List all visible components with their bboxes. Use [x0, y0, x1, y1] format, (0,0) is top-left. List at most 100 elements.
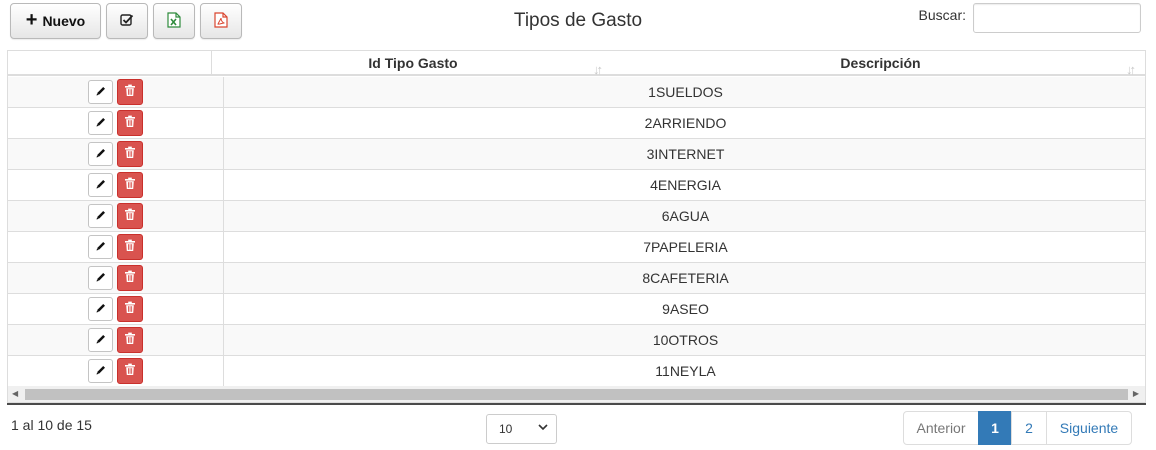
search-box: Buscar:	[919, 3, 1141, 33]
new-button-label: Nuevo	[42, 13, 86, 29]
edit-button[interactable]	[88, 80, 113, 104]
table-row: 3INTERNET	[8, 139, 1145, 170]
export-excel-button[interactable]	[153, 3, 195, 39]
row-actions-cell	[8, 139, 224, 169]
trash-icon	[124, 177, 136, 193]
edit-button[interactable]	[88, 111, 113, 135]
delete-button[interactable]	[117, 172, 143, 198]
table-row: 1SUELDOS	[8, 77, 1145, 108]
next-page-button[interactable]: Siguiente	[1046, 411, 1132, 445]
pencil-icon	[95, 270, 107, 286]
row-actions-cell	[8, 263, 224, 293]
row-text-cell: 2ARRIENDO	[224, 108, 1145, 138]
trash-icon	[124, 301, 136, 317]
trash-icon	[124, 146, 136, 162]
table-row: 4ENERGIA	[8, 170, 1145, 201]
row-text-cell: 11NEYLA	[224, 356, 1145, 386]
scroll-right-icon[interactable]: ▶	[1133, 389, 1139, 398]
cell-description: SUELDOS	[655, 84, 723, 100]
toolbar: + Nuevo	[10, 3, 242, 39]
row-text-cell: 7PAPELERIA	[224, 232, 1145, 262]
cell-description: INTERNET	[654, 146, 725, 162]
table-info: 1 al 10 de 15	[11, 417, 92, 433]
scroll-left-icon[interactable]: ◀	[12, 389, 18, 398]
row-text-cell: 9ASEO	[224, 294, 1145, 324]
new-button[interactable]: + Nuevo	[10, 3, 101, 39]
delete-button[interactable]	[117, 203, 143, 229]
header-description[interactable]: Descripción ↓↑	[614, 51, 1145, 77]
delete-button[interactable]	[117, 79, 143, 105]
edit-button[interactable]	[88, 297, 113, 321]
pencil-icon	[95, 146, 107, 162]
plus-icon: +	[25, 9, 38, 31]
row-text-cell: 6AGUA	[224, 201, 1145, 231]
pencil-icon	[95, 332, 107, 348]
edit-button[interactable]	[88, 328, 113, 352]
data-table: Id Tipo Gasto ↓↑ Descripción ↓↑ 1SUELDOS…	[7, 50, 1146, 403]
cell-description: PAPELERIA	[651, 239, 728, 255]
cell-id: 11	[655, 363, 670, 379]
cell-id: 9	[662, 301, 670, 317]
cell-description: ARRIENDO	[652, 115, 727, 131]
pencil-icon	[95, 363, 107, 379]
prev-page-button[interactable]: Anterior	[903, 411, 979, 445]
edit-button[interactable]	[88, 359, 113, 383]
pdf-icon	[214, 11, 228, 31]
delete-button[interactable]	[117, 234, 143, 260]
header-id-label: Id Tipo Gasto	[368, 55, 458, 71]
pencil-icon	[95, 239, 107, 255]
cell-description: CAFETERIA	[650, 270, 729, 286]
row-actions-cell	[8, 232, 224, 262]
row-text-cell: 10OTROS	[224, 325, 1145, 355]
edit-button[interactable]	[88, 204, 113, 228]
edit-button[interactable]	[88, 266, 113, 290]
cell-id: 1	[648, 84, 656, 100]
trash-icon	[124, 270, 136, 286]
pencil-icon	[95, 177, 107, 193]
table-row: 9ASEO	[8, 294, 1145, 325]
row-actions-cell	[8, 325, 224, 355]
trash-icon	[124, 208, 136, 224]
edit-button[interactable]	[88, 235, 113, 259]
page-button-1[interactable]: 1	[978, 411, 1012, 445]
row-actions-cell	[8, 77, 224, 107]
cell-description: AGUA	[669, 208, 710, 224]
horizontal-scrollbar[interactable]: ◀ ▶	[8, 386, 1145, 402]
page-size-select[interactable]: 10	[486, 414, 557, 444]
delete-button[interactable]	[117, 110, 143, 136]
page-button-2[interactable]: 2	[1011, 411, 1047, 445]
table-row: 11NEYLA	[8, 356, 1145, 387]
row-text-cell: 8CAFETERIA	[224, 263, 1145, 293]
delete-button[interactable]	[117, 296, 143, 322]
page-size-value: 10	[499, 422, 513, 436]
row-text-cell: 4ENERGIA	[224, 170, 1145, 200]
search-input[interactable]	[973, 3, 1141, 33]
header-description-label: Descripción	[840, 55, 921, 71]
cell-id: 8	[642, 270, 651, 286]
trash-icon	[124, 363, 136, 379]
select-all-button[interactable]	[106, 3, 148, 39]
edit-button[interactable]	[88, 142, 113, 166]
table-row: 7PAPELERIA	[8, 232, 1145, 263]
pagination: Anterior 1 2 Siguiente	[903, 411, 1132, 445]
cell-description: NEYLA	[669, 363, 716, 379]
row-actions-cell	[8, 201, 224, 231]
table-row: 8CAFETERIA	[8, 263, 1145, 294]
scrollbar-thumb[interactable]	[25, 389, 1128, 400]
table-bottom-border	[7, 403, 1146, 405]
delete-button[interactable]	[117, 358, 143, 384]
table-header: Id Tipo Gasto ↓↑ Descripción ↓↑	[8, 51, 1145, 77]
delete-button[interactable]	[117, 141, 143, 167]
table-row: 2ARRIENDO	[8, 108, 1145, 139]
table-body: 1SUELDOS 2ARRIENDO 3INTERNET 4ENERGIA 6AGUA 7…	[8, 77, 1145, 387]
edit-button[interactable]	[88, 173, 113, 197]
pencil-icon	[95, 115, 107, 131]
delete-button[interactable]	[117, 327, 143, 353]
export-pdf-button[interactable]	[200, 3, 242, 39]
delete-button[interactable]	[117, 265, 143, 291]
row-actions-cell	[8, 170, 224, 200]
header-id[interactable]: Id Tipo Gasto ↓↑	[212, 51, 614, 77]
row-text-cell: 1SUELDOS	[224, 77, 1145, 107]
pencil-icon	[95, 208, 107, 224]
pencil-icon	[95, 301, 107, 317]
